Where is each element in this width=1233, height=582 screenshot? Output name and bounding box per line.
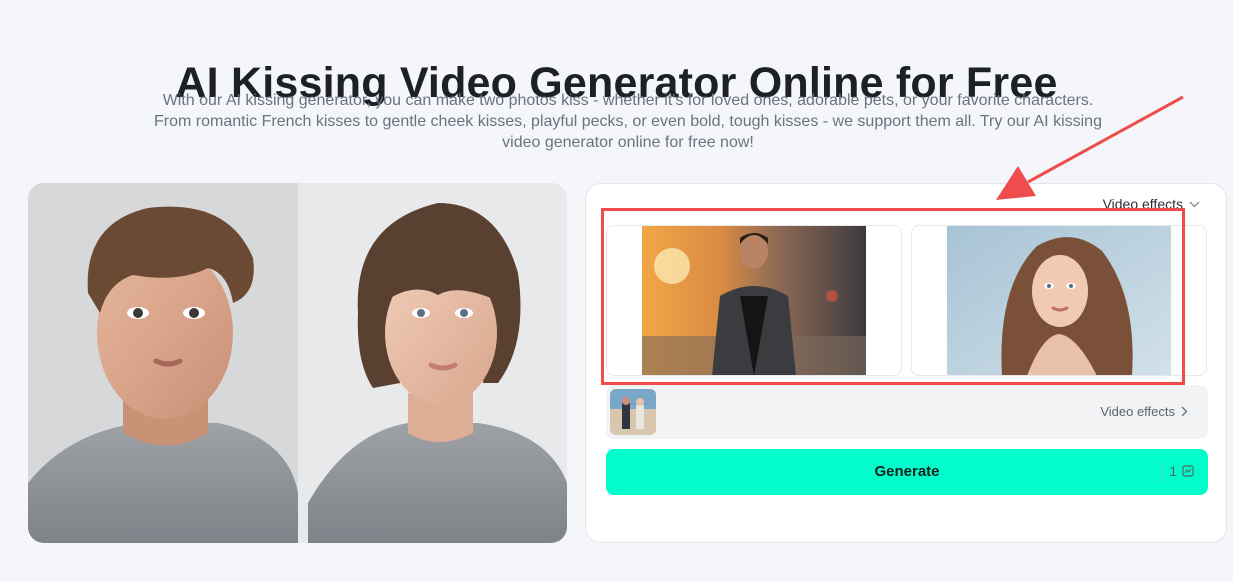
woman-photo [947,226,1171,375]
video-effects-row[interactable]: Video effects [606,385,1208,439]
chevron-down-icon [1189,201,1200,207]
chevron-right-icon [1181,406,1188,417]
man-photo [642,226,866,375]
video-effects-dropdown-label: Video effects [1102,196,1183,212]
effect-thumbnail [610,389,656,435]
credit-cost: 1 [1169,463,1194,479]
credit-icon [1182,465,1194,477]
hero-image [28,183,567,543]
generate-button[interactable]: Generate 1 [606,449,1208,495]
video-effects-link[interactable]: Video effects [1100,404,1188,419]
page-description: With our AI kissing generator, you can m… [154,92,1102,151]
generate-separator [1163,461,1164,483]
video-effects-dropdown[interactable]: Video effects [1103,196,1200,212]
generator-panel: Video effects Video effects Generate 1 [585,183,1227,543]
video-effects-link-label: Video effects [1100,404,1175,419]
credit-cost-value: 1 [1169,463,1177,479]
photo-slot-2[interactable] [911,225,1207,376]
photo-slot-1[interactable] [606,225,902,376]
generate-button-label: Generate [874,463,940,480]
